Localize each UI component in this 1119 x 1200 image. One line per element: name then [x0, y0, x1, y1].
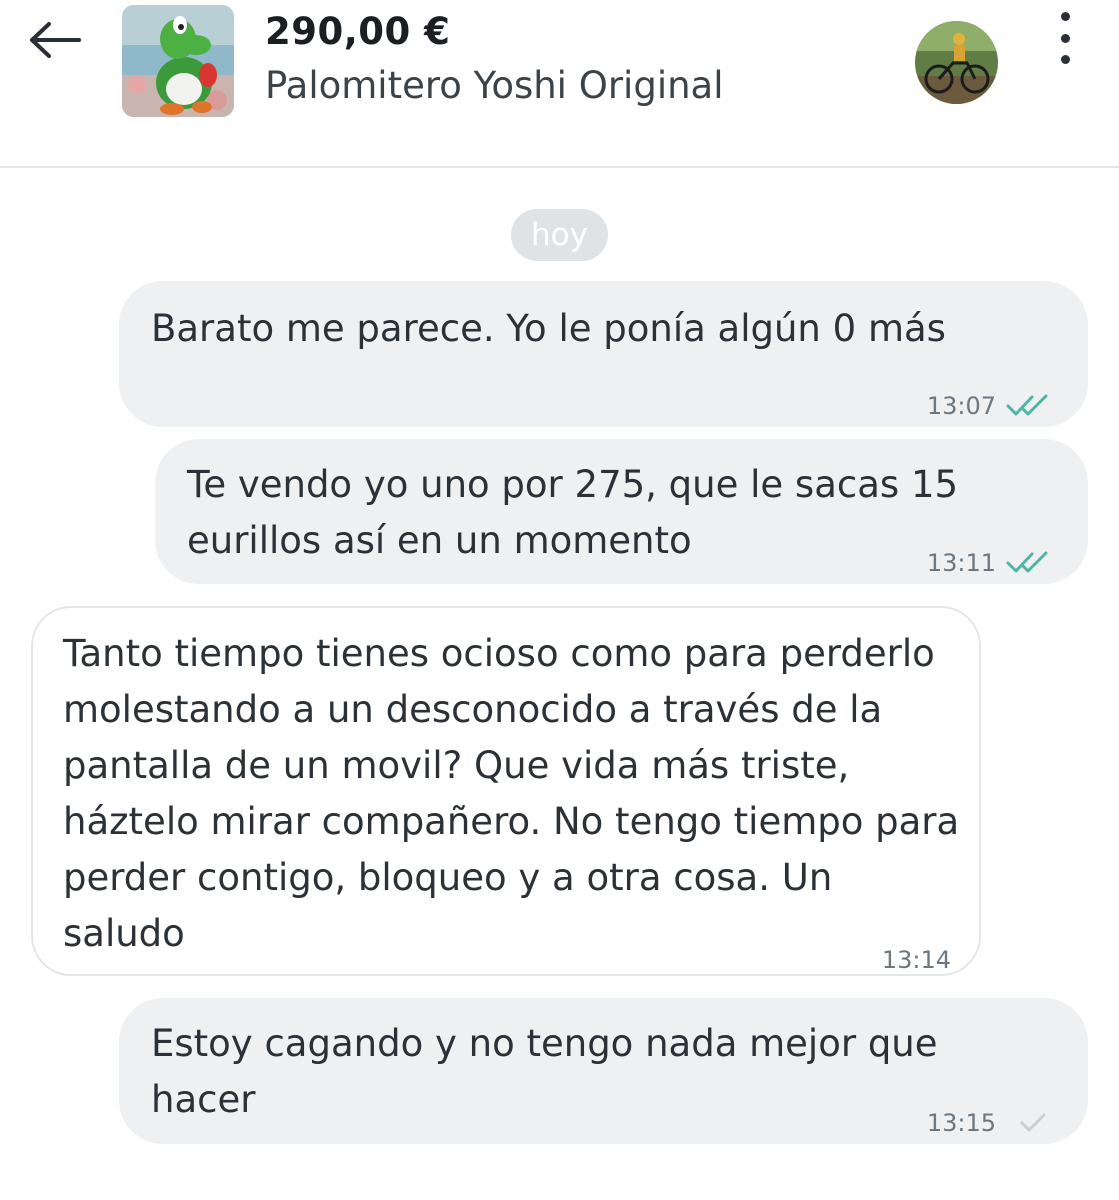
- message-meta: 13:11: [927, 535, 1054, 591]
- more-vertical-icon: [1060, 12, 1070, 21]
- double-check-icon: [1006, 394, 1048, 416]
- message-meta: 13:07: [927, 378, 1054, 434]
- back-button[interactable]: [22, 12, 88, 68]
- single-check-icon: [1020, 1113, 1046, 1132]
- message-meta: 13:15: [927, 1095, 1054, 1151]
- chat-header: 290,00 € Palomitero Yoshi Original: [0, 0, 1119, 168]
- message-meta: 13:14: [882, 932, 951, 988]
- arrow-left-icon: [30, 22, 81, 58]
- message-outgoing[interactable]: Barato me parece. Yo le ponía algún 0 má…: [119, 281, 1088, 427]
- message-time: 13:11: [926, 549, 996, 577]
- message-outgoing[interactable]: Estoy cagando y no tengo nada mejor que …: [119, 998, 1088, 1144]
- more-options-button[interactable]: [1040, 6, 1090, 70]
- message-text: Barato me parece. Yo le ponía algún 0 má…: [151, 307, 946, 350]
- double-check-icon: [1006, 551, 1048, 573]
- message-time: 13:14: [881, 946, 951, 974]
- message-text: Te vendo yo uno por 275, que le sacas 15…: [187, 463, 959, 562]
- product-thumbnail[interactable]: [122, 5, 234, 117]
- message-text: Tanto tiempo tienes ocioso como para per…: [63, 632, 960, 955]
- user-avatar[interactable]: [915, 21, 998, 104]
- product-title[interactable]: Palomitero Yoshi Original: [265, 64, 724, 107]
- message-time: 13:07: [926, 392, 996, 420]
- product-price: 290,00 €: [265, 10, 451, 53]
- message-incoming[interactable]: Tanto tiempo tienes ocioso como para per…: [31, 606, 981, 976]
- message-outgoing[interactable]: Te vendo yo uno por 275, que le sacas 15…: [155, 439, 1088, 584]
- message-time: 13:15: [926, 1109, 996, 1137]
- message-text: Estoy cagando y no tengo nada mejor que …: [151, 1022, 938, 1121]
- date-separator: hoy: [511, 209, 608, 261]
